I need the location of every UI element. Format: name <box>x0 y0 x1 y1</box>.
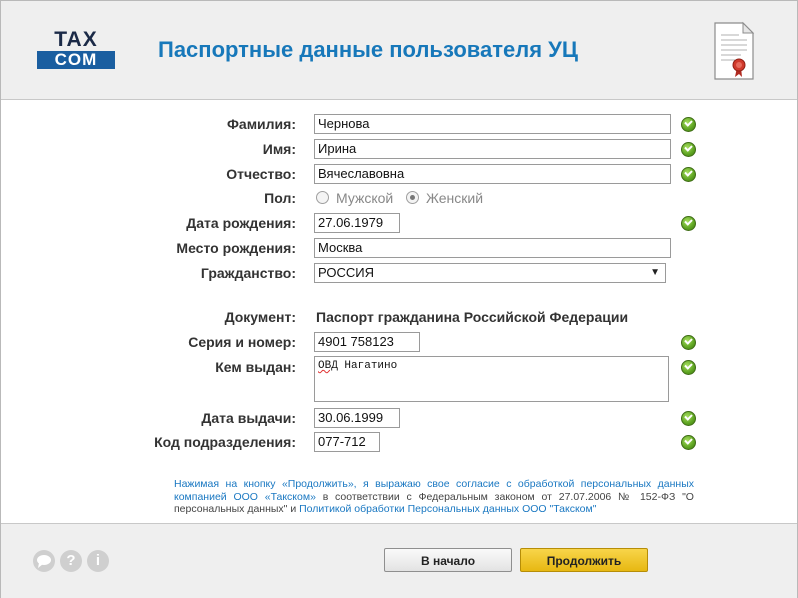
division-code-input[interactable]: 077-712 <box>314 432 380 452</box>
document-type: Паспорт гражданина Российской Федерации <box>316 309 629 325</box>
taxcom-logo: TAX COM <box>37 28 117 71</box>
document-label: Документ: <box>224 309 296 325</box>
division-code-label: Код подразделения: <box>154 434 296 450</box>
birth-date-label: Дата рождения: <box>186 215 296 231</box>
name-label: Имя: <box>262 141 296 157</box>
valid-check-icon <box>681 216 696 231</box>
citizenship-select[interactable]: РОССИЯ ▼ <box>314 263 666 283</box>
birth-place-label: Место рождения: <box>176 240 296 256</box>
issue-date-row: Дата выдачи: 30.06.1999 <box>0 407 798 429</box>
gender-female-radio[interactable] <box>406 191 419 204</box>
gender-female-option[interactable]: Женский <box>406 190 483 206</box>
gender-female-label: Женский <box>426 190 484 206</box>
citizenship-label: Гражданство: <box>200 265 296 281</box>
valid-check-icon <box>681 435 696 450</box>
valid-check-icon <box>681 117 696 132</box>
issued-by-row: Кем выдан: ОВД Нагатино <box>0 356 798 402</box>
info-icon[interactable]: i <box>87 550 109 572</box>
patronymic-row: Отчество: Вячеславовна <box>0 163 798 185</box>
issued-by-rest: Нагатино <box>337 360 398 372</box>
birth-date-input[interactable]: 27.06.1979 <box>314 213 400 233</box>
gender-label: Пол: <box>264 190 296 206</box>
spellcheck-word: ОВД <box>318 360 338 372</box>
series-number-input[interactable]: 4901 758123 <box>314 332 420 352</box>
gender-male-radio[interactable] <box>316 191 329 204</box>
patronymic-input[interactable]: Вячеславовна <box>314 164 671 184</box>
continue-button[interactable]: Продолжить <box>520 548 648 572</box>
patronymic-label: Отчество: <box>226 166 296 182</box>
chat-bubble-icon <box>37 555 51 568</box>
valid-check-icon <box>681 167 696 182</box>
valid-check-icon <box>681 360 696 375</box>
series-number-row: Серия и номер: 4901 758123 <box>0 331 798 353</box>
citizenship-value: РОССИЯ <box>318 265 375 280</box>
certificate-document-icon <box>714 21 755 80</box>
logo-top-text: TAX <box>54 28 98 51</box>
help-icon[interactable]: ? <box>60 550 82 572</box>
issue-date-label: Дата выдачи: <box>201 410 296 426</box>
name-input[interactable]: Ирина <box>314 139 671 159</box>
issue-date-input[interactable]: 30.06.1999 <box>314 408 400 428</box>
surname-label: Фамилия: <box>226 116 296 132</box>
consent-text: Нажимая на кнопку «Продолжить», я выража… <box>174 478 694 516</box>
birth-date-row: Дата рождения: 27.06.1979 <box>0 212 798 234</box>
page-title: Паспортные данные пользователя УЦ <box>158 37 578 62</box>
surname-input[interactable]: Чернова <box>314 114 671 134</box>
gender-male-label: Мужской <box>336 190 394 206</box>
citizenship-row: Гражданство: РОССИЯ ▼ <box>0 262 798 284</box>
birth-place-row: Место рождения: Москва <box>0 237 798 259</box>
logo-bottom-text: COM <box>37 51 115 69</box>
chat-icon[interactable] <box>33 550 55 572</box>
series-number-label: Серия и номер: <box>188 334 296 350</box>
issued-by-label: Кем выдан: <box>215 359 296 375</box>
issued-by-textarea[interactable]: ОВД Нагатино <box>314 356 669 402</box>
gender-male-option[interactable]: Мужской <box>316 190 393 206</box>
valid-check-icon <box>681 411 696 426</box>
valid-check-icon <box>681 142 696 157</box>
privacy-policy-link[interactable]: Политикой обработки Персональных данных … <box>299 503 596 515</box>
header: TAX COM Паспортные данные пользователя У… <box>1 1 797 100</box>
back-to-start-button[interactable]: В начало <box>384 548 512 572</box>
birth-place-input[interactable]: Москва <box>314 238 671 258</box>
valid-check-icon <box>681 335 696 350</box>
division-code-row: Код подразделения: 077-712 <box>0 431 798 453</box>
dropdown-arrow-icon: ▼ <box>650 267 660 278</box>
name-row: Имя: Ирина <box>0 138 798 160</box>
surname-row: Фамилия: Чернова <box>0 113 798 135</box>
gender-row: Пол: Мужской Женский <box>0 187 798 209</box>
footer: ? i В начало Продолжить <box>1 523 797 598</box>
document-row: Документ: Паспорт гражданина Российской … <box>0 306 798 328</box>
